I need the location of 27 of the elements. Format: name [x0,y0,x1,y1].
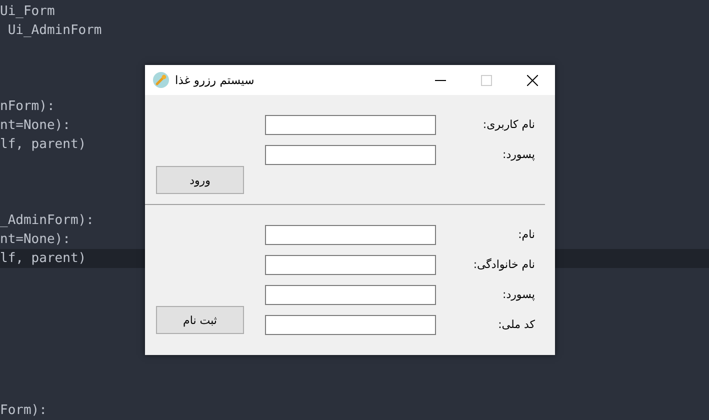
code-line: Form): [0,403,47,418]
field-label: کد ملی: [497,317,535,333]
code-line: lf, parent) [0,137,86,152]
code-line: lf, parent) [0,251,86,266]
login-button[interactable]: ورود [156,166,244,194]
code-line: Ui_Form [0,4,55,19]
field-label: نام: [517,227,535,243]
app-icon [153,72,169,88]
text-field[interactable] [265,255,436,275]
field-label: نام کاربری: [482,117,535,133]
field-label: پسورد: [502,287,535,303]
code-line: nForm): [0,99,55,114]
code-line: nt=None): [0,118,70,133]
field-label: پسورد: [502,147,535,163]
close-icon [526,74,538,86]
code-line: Ui_AdminForm [6,23,102,38]
text-field[interactable] [265,145,436,165]
maximize-icon [480,74,492,86]
text-field[interactable] [265,115,436,135]
text-field[interactable] [265,315,436,335]
text-field[interactable] [265,225,436,245]
field-label: نام خانوادگی: [472,257,535,273]
code-line: nt=None): [0,232,70,247]
code-line: _AdminForm): [0,213,94,228]
window-title: سیستم رزرو غذا [175,73,254,87]
text-field[interactable] [265,285,436,305]
register-button[interactable]: ثبت نام [156,306,244,334]
